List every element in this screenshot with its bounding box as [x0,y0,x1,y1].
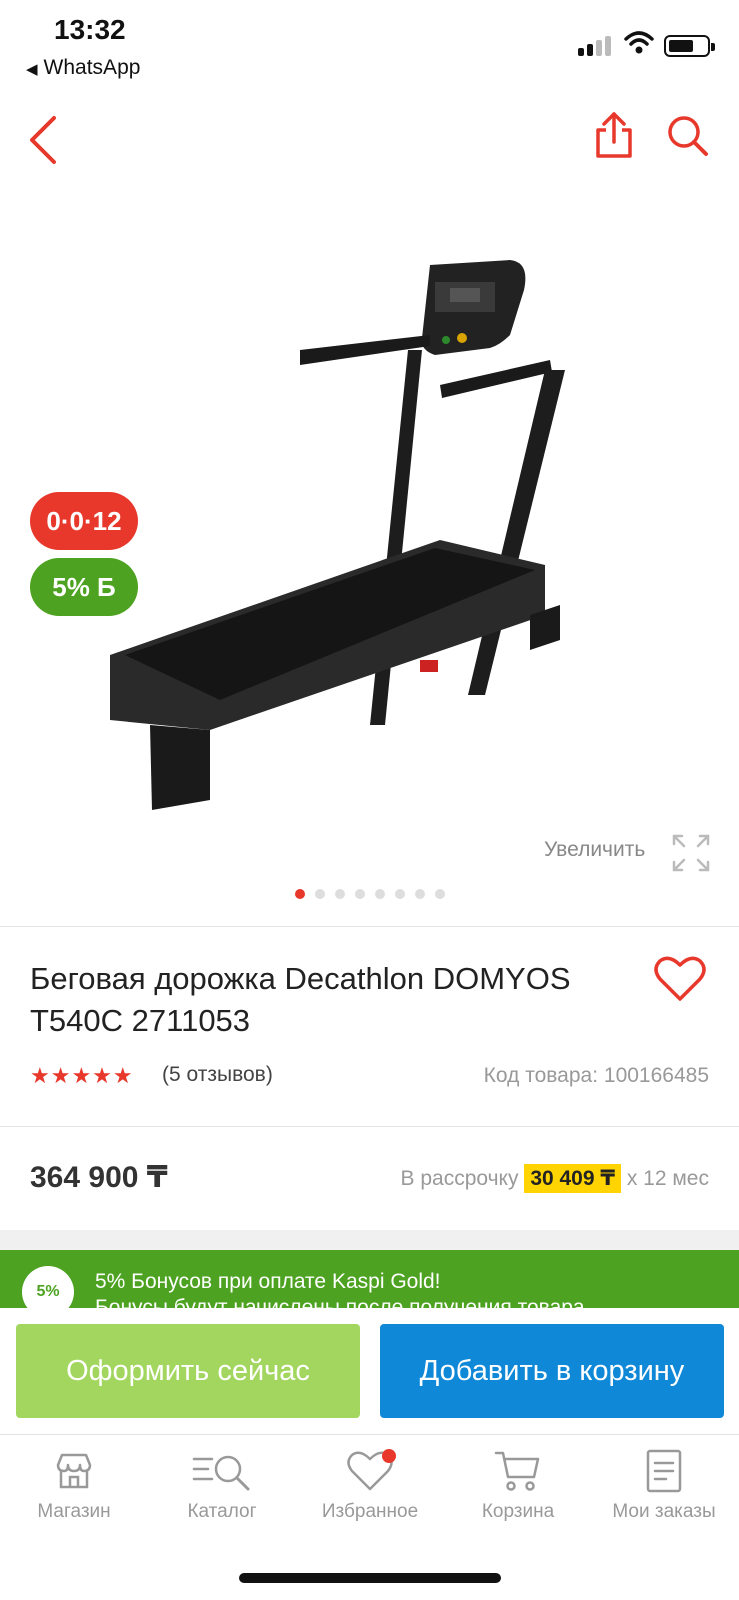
treadmill-image [110,260,565,810]
share-icon[interactable] [592,110,636,162]
tab-orders[interactable]: Мои заказы [590,1449,738,1523]
installment-suffix: х 12 мес [626,1167,709,1190]
tab-catalog[interactable]: Каталог [148,1449,296,1523]
zoom-button[interactable]: Увеличить [544,838,645,862]
tab-favorites[interactable]: Избранное [296,1449,444,1523]
bonus-promo-banner[interactable]: 5% 5% Бонусов при оплате Kaspi Gold! Бон… [0,1250,739,1308]
notification-dot [382,1449,396,1463]
reviews-link[interactable]: (5 отзывов) [162,1063,273,1087]
action-buttons: Оформить сейчас Добавить в корзину [0,1308,739,1434]
product-title: Беговая дорожка Decathlon DOMYOS T540C 2… [30,961,571,1038]
wifi-icon [624,31,654,54]
pagination-dot[interactable] [375,889,385,899]
pagination-dot[interactable] [295,889,305,899]
product-price: 364 900 ₸ [30,1161,168,1194]
rating-row: ★★★★★ (5 отзывов) [30,1063,273,1091]
battery-icon [664,35,715,57]
cart-icon [494,1451,540,1491]
promo-percent-icon: 5% [22,1266,74,1308]
section-separator [0,1230,739,1250]
back-triangle-icon: ◀ [26,61,38,78]
store-icon [56,1453,92,1489]
tab-label: Мои заказы [612,1501,716,1522]
tab-store[interactable]: Магазин [0,1449,148,1523]
add-to-cart-button[interactable]: Добавить в корзину [380,1324,724,1418]
favorite-heart-icon[interactable] [654,955,706,1003]
top-navigation [0,100,739,180]
installment-prefix: В рассрочку [400,1167,519,1190]
star-rating-icon: ★★★★★ [30,1063,134,1088]
pagination-dot[interactable] [355,889,365,899]
product-gallery[interactable]: 0·0·12 5% Б Увеличить [0,190,739,910]
pagination-dot[interactable] [435,889,445,899]
status-time: 13:32 [54,14,126,45]
back-arrow-icon[interactable] [24,112,64,168]
search-icon[interactable] [664,112,712,160]
pagination-dot[interactable] [395,889,405,899]
divider [0,926,739,927]
promo-line-2: Бонусы будут начислены после получения т… [95,1296,585,1308]
product-sku: Код товара: 100166485 [483,1064,709,1087]
expand-icon[interactable] [672,834,710,872]
pagination-dot[interactable] [315,889,325,899]
installment-info[interactable]: В рассрочку 30 409 ₸ х 12 мес [400,1164,709,1193]
back-app-label: WhatsApp [43,56,141,79]
buy-now-button[interactable]: Оформить сейчас [16,1324,360,1418]
bottom-tab-bar: Магазин Каталог Избранное Корзина Мои за… [0,1434,739,1564]
tab-label: Корзина [481,1501,555,1522]
status-bar: 13:32 ◀ WhatsApp [0,0,739,95]
tab-label: Избранное [321,1501,419,1522]
divider [0,1126,739,1127]
orders-icon [646,1449,682,1493]
promo-line-1: 5% Бонусов при оплате Kaspi Gold! [95,1270,441,1293]
pagination-dot[interactable] [335,889,345,899]
gallery-pagination [295,886,455,899]
pagination-dot[interactable] [415,889,425,899]
installment-badge: 0·0·12 [30,492,138,550]
back-to-app-link[interactable]: ◀ WhatsApp [26,56,140,80]
bonus-badge: 5% Б [30,558,138,616]
home-indicator[interactable] [239,1573,501,1583]
tab-cart[interactable]: Корзина [444,1449,592,1523]
tab-label: Магазин [37,1501,111,1522]
tab-label: Каталог [187,1501,257,1522]
cellular-signal-icon [578,34,614,56]
installment-amount: 30 409 ₸ [524,1164,621,1193]
catalog-icon [192,1455,250,1491]
